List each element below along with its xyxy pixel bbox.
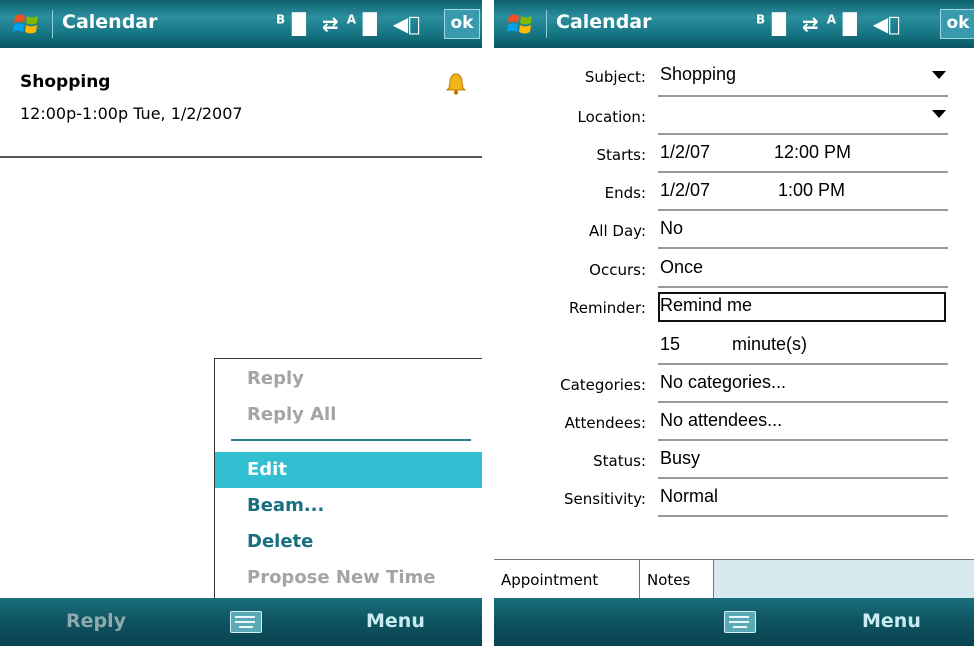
- appointment-subject: Shopping: [20, 72, 111, 92]
- data-sync-icon[interactable]: ⇄: [322, 12, 339, 36]
- softkey-bar: Reply Menu: [0, 598, 482, 646]
- speaker-icon[interactable]: ◀ﾞ: [873, 12, 900, 36]
- softkey-left-reply[interactable]: Reply: [66, 610, 126, 632]
- subject-label: Subject:: [584, 68, 646, 86]
- starts-date-field[interactable]: 1/2/07: [660, 142, 710, 163]
- data-sync-icon[interactable]: ⇄: [802, 12, 819, 36]
- attendees-field[interactable]: No attendees...: [660, 410, 782, 431]
- bluetooth-signal-icon[interactable]: B▐▌: [756, 12, 794, 36]
- windows-start-icon[interactable]: [12, 10, 42, 38]
- windows-start-icon[interactable]: [506, 10, 536, 38]
- ok-button[interactable]: ok: [444, 9, 480, 39]
- allday-label: All Day:: [589, 222, 646, 240]
- sensitivity-underline: [658, 515, 948, 517]
- menu-item-reply: Reply: [247, 368, 304, 389]
- softkey-right-menu[interactable]: Menu: [862, 610, 921, 632]
- app-title: Calendar: [62, 11, 158, 33]
- menu-item-reply-all: Reply All: [247, 404, 337, 425]
- menu-item-edit[interactable]: Edit: [215, 452, 482, 488]
- menu-item-delete[interactable]: Delete: [215, 524, 482, 560]
- app-title: Calendar: [556, 11, 652, 33]
- subject-field[interactable]: Shopping: [660, 64, 736, 85]
- status-underline: [658, 477, 948, 479]
- ok-button[interactable]: ok: [940, 9, 974, 39]
- softkey-right-menu[interactable]: Menu: [366, 610, 425, 632]
- attendees-label: Attendees:: [564, 414, 646, 432]
- speaker-icon[interactable]: ◀ﾞ: [393, 12, 420, 36]
- status-label: Status:: [593, 452, 646, 470]
- menu-item-beam[interactable]: Beam...: [215, 488, 482, 524]
- keyboard-icon[interactable]: [230, 611, 262, 633]
- occurs-underline: [658, 286, 948, 288]
- status-field[interactable]: Busy: [660, 448, 700, 469]
- reminder-bell-icon: [445, 73, 467, 95]
- categories-underline: [658, 401, 948, 403]
- edit-appointment-screen: Calendar B▐▌ ⇄ A▐▌ ◀ﾞ ok Subject: Shoppi…: [494, 0, 974, 646]
- tab-notes[interactable]: Notes: [640, 559, 714, 599]
- starts-time-field[interactable]: 12:00 PM: [774, 142, 851, 163]
- title-separator: [546, 10, 547, 38]
- ends-date-field[interactable]: 1/2/07: [660, 180, 710, 201]
- status-icons: B▐▌ ⇄ A▐▌ ◀ﾞ: [276, 8, 420, 40]
- categories-label: Categories:: [560, 376, 646, 394]
- categories-field[interactable]: No categories...: [660, 372, 786, 393]
- sensitivity-label: Sensitivity:: [563, 490, 646, 508]
- divider: [0, 156, 482, 158]
- sensitivity-field[interactable]: Normal: [660, 486, 718, 507]
- starts-underline: [658, 171, 948, 173]
- ends-underline: [658, 209, 948, 211]
- subject-dropdown-icon[interactable]: [932, 71, 946, 79]
- context-menu: Reply Reply All Edit Beam... Delete Prop…: [214, 358, 482, 600]
- bluetooth-signal-icon[interactable]: B▐▌: [276, 12, 314, 36]
- reminder-field[interactable]: Remind me: [660, 295, 752, 316]
- location-label: Location:: [577, 108, 647, 126]
- allday-underline: [658, 247, 948, 249]
- attendees-underline: [658, 439, 948, 441]
- reminder-label: Reminder:: [569, 299, 646, 317]
- signal-strength-icon[interactable]: A▐▌: [827, 12, 865, 36]
- occurs-field[interactable]: Once: [660, 257, 703, 278]
- calendar-view-screen: Calendar B▐▌ ⇄ A▐▌ ◀ﾞ ok Shopping 12:00p…: [0, 0, 482, 646]
- status-icons: B▐▌ ⇄ A▐▌ ◀ﾞ: [756, 8, 900, 40]
- title-bar: Calendar B▐▌ ⇄ A▐▌ ◀ﾞ ok: [494, 0, 974, 48]
- keyboard-icon[interactable]: [724, 611, 756, 633]
- menu-separator: [231, 439, 471, 441]
- occurs-label: Occurs:: [589, 261, 646, 279]
- allday-field[interactable]: No: [660, 218, 683, 239]
- title-separator: [52, 10, 53, 38]
- appointment-time: 12:00p-1:00p Tue, 1/2/2007: [20, 104, 243, 123]
- signal-strength-icon[interactable]: A▐▌: [347, 12, 385, 36]
- location-dropdown-icon[interactable]: [932, 110, 946, 118]
- reminder-minutes-underline: [658, 363, 948, 365]
- reminder-minutes-field[interactable]: 15: [660, 334, 680, 355]
- ends-time-field[interactable]: 1:00 PM: [778, 180, 845, 201]
- menu-item-propose-new-time: Propose New Time: [247, 567, 436, 588]
- ends-label: Ends:: [604, 184, 646, 202]
- tab-appointment[interactable]: Appointment: [494, 559, 640, 600]
- subject-underline: [658, 95, 948, 97]
- softkey-bar: Menu: [494, 598, 974, 646]
- reminder-unit-field[interactable]: minute(s): [732, 334, 807, 355]
- starts-label: Starts:: [596, 146, 646, 164]
- location-underline: [658, 133, 948, 135]
- title-bar: Calendar B▐▌ ⇄ A▐▌ ◀ﾞ ok: [0, 0, 482, 48]
